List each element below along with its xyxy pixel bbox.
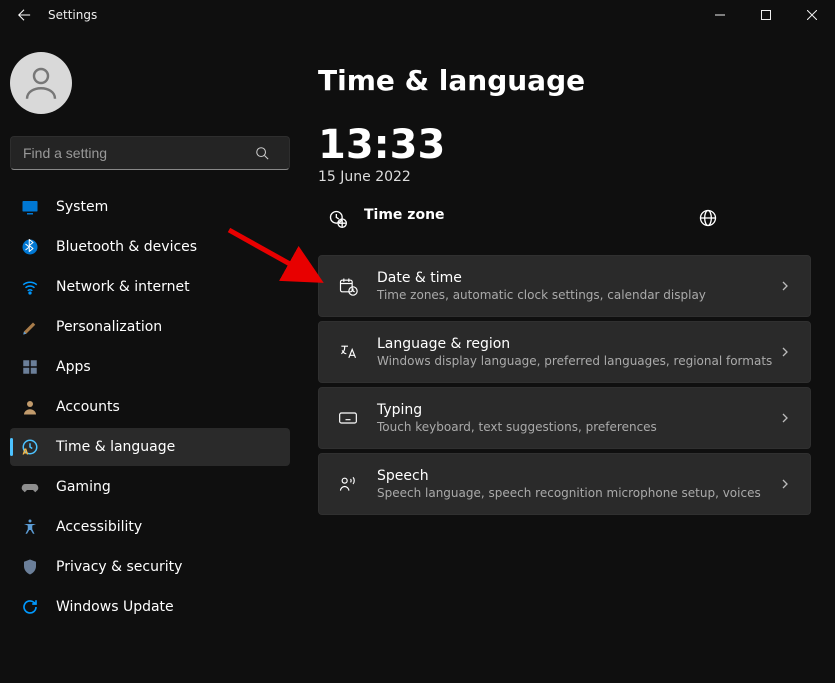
sidebar-item-bluetooth[interactable]: Bluetooth & devices bbox=[10, 228, 290, 266]
back-button[interactable] bbox=[14, 5, 34, 25]
sidebar-item-apps[interactable]: Apps bbox=[10, 348, 290, 386]
card-date-time[interactable]: Date & time Time zones, automatic clock … bbox=[318, 255, 811, 317]
sidebar-item-label: Privacy & security bbox=[56, 559, 182, 575]
svg-text:A: A bbox=[23, 448, 29, 457]
accounts-icon bbox=[20, 397, 40, 417]
sidebar: System Bluetooth & devices Network & int… bbox=[0, 30, 300, 683]
accessibility-icon bbox=[20, 517, 40, 537]
close-button[interactable] bbox=[789, 0, 835, 30]
settings-cards: Date & time Time zones, automatic clock … bbox=[318, 255, 811, 515]
card-text: Language & region Windows display langua… bbox=[377, 336, 778, 368]
search-icon bbox=[254, 145, 270, 161]
sidebar-item-label: Gaming bbox=[56, 479, 111, 495]
card-text: Date & time Time zones, automatic clock … bbox=[377, 270, 778, 302]
chevron-right-icon bbox=[778, 411, 792, 425]
sidebar-item-label: Windows Update bbox=[56, 599, 174, 615]
sidebar-item-label: Bluetooth & devices bbox=[56, 239, 197, 255]
minimize-button[interactable] bbox=[697, 0, 743, 30]
sidebar-item-update[interactable]: Windows Update bbox=[10, 588, 290, 626]
sidebar-item-accounts[interactable]: Accounts bbox=[10, 388, 290, 426]
apps-icon bbox=[20, 357, 40, 377]
sidebar-item-system[interactable]: System bbox=[10, 188, 290, 226]
main-content: Time & language 13:33 15 June 2022 Time … bbox=[300, 30, 835, 683]
card-subtitle: Speech language, speech recognition micr… bbox=[377, 486, 778, 500]
sidebar-item-label: System bbox=[56, 199, 108, 215]
clock-time: 13:33 bbox=[318, 125, 811, 165]
bluetooth-icon bbox=[20, 237, 40, 257]
search-box[interactable] bbox=[10, 136, 290, 170]
speech-icon bbox=[337, 473, 359, 495]
card-subtitle: Time zones, automatic clock settings, ca… bbox=[377, 288, 778, 302]
card-text: Typing Touch keyboard, text suggestions,… bbox=[377, 402, 778, 434]
sidebar-nav: System Bluetooth & devices Network & int… bbox=[10, 188, 290, 626]
clock-date: 15 June 2022 bbox=[318, 169, 811, 185]
sidebar-item-privacy[interactable]: Privacy & security bbox=[10, 548, 290, 586]
update-icon bbox=[20, 597, 40, 617]
sidebar-item-network[interactable]: Network & internet bbox=[10, 268, 290, 306]
sidebar-item-label: Network & internet bbox=[56, 279, 190, 295]
keyboard-icon bbox=[337, 407, 359, 429]
card-text: Speech Speech language, speech recogniti… bbox=[377, 468, 778, 500]
chevron-right-icon bbox=[778, 345, 792, 359]
timezone-row: Time zone bbox=[318, 205, 811, 255]
wifi-icon bbox=[20, 277, 40, 297]
sidebar-item-label: Accessibility bbox=[56, 519, 142, 535]
sidebar-item-label: Accounts bbox=[56, 399, 120, 415]
titlebar: Settings bbox=[0, 0, 835, 30]
privacy-icon bbox=[20, 557, 40, 577]
card-subtitle: Touch keyboard, text suggestions, prefer… bbox=[377, 420, 778, 434]
timezone-clock-icon bbox=[328, 209, 348, 229]
sidebar-item-personalization[interactable]: Personalization bbox=[10, 308, 290, 346]
user-avatar[interactable] bbox=[10, 52, 72, 114]
personalization-icon bbox=[20, 317, 40, 337]
window-controls bbox=[697, 0, 835, 30]
sidebar-item-gaming[interactable]: Gaming bbox=[10, 468, 290, 506]
system-icon bbox=[20, 197, 40, 217]
card-subtitle: Windows display language, preferred lang… bbox=[377, 354, 778, 368]
timezone-label: Time zone bbox=[364, 207, 445, 223]
time-language-icon: A bbox=[20, 437, 40, 457]
search-input[interactable] bbox=[10, 136, 290, 170]
card-language-region[interactable]: Language & region Windows display langua… bbox=[318, 321, 811, 383]
language-region-icon bbox=[337, 341, 359, 363]
app-title: Settings bbox=[48, 8, 97, 22]
gaming-icon bbox=[20, 477, 40, 497]
card-typing[interactable]: Typing Touch keyboard, text suggestions,… bbox=[318, 387, 811, 449]
page-title: Time & language bbox=[318, 64, 811, 97]
date-time-icon bbox=[337, 275, 359, 297]
card-title: Date & time bbox=[377, 270, 778, 286]
maximize-button[interactable] bbox=[743, 0, 789, 30]
sidebar-item-label: Time & language bbox=[56, 439, 175, 455]
chevron-right-icon bbox=[778, 279, 792, 293]
sidebar-item-label: Apps bbox=[56, 359, 91, 375]
chevron-right-icon bbox=[778, 477, 792, 491]
card-title: Language & region bbox=[377, 336, 778, 352]
card-title: Speech bbox=[377, 468, 778, 484]
sidebar-item-label: Personalization bbox=[56, 319, 162, 335]
card-title: Typing bbox=[377, 402, 778, 418]
card-speech[interactable]: Speech Speech language, speech recogniti… bbox=[318, 453, 811, 515]
globe-icon[interactable] bbox=[697, 207, 719, 229]
sidebar-item-accessibility[interactable]: Accessibility bbox=[10, 508, 290, 546]
sidebar-item-time-language[interactable]: A Time & language bbox=[10, 428, 290, 466]
